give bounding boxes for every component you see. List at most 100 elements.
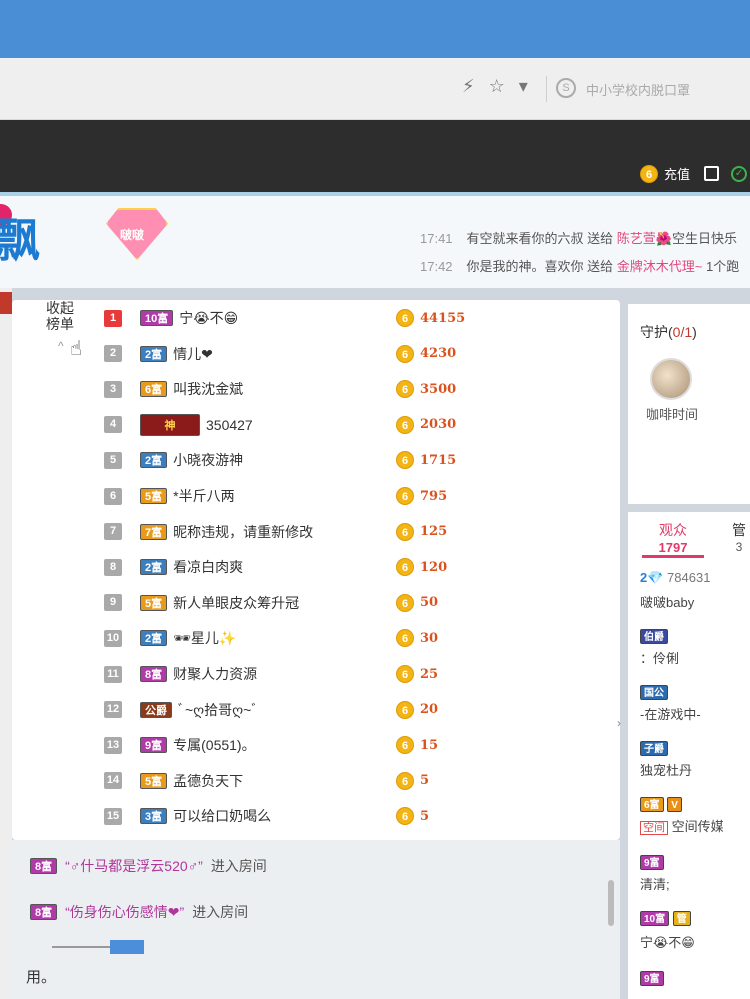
chat-user[interactable]: “伤身伤心伤感情❤” (65, 902, 184, 922)
user-name[interactable]: 可以给口奶喝么 (173, 806, 271, 826)
level-badge: 2富 (140, 559, 168, 576)
level-badge: 8富 (30, 858, 58, 874)
search-engine-icon[interactable]: S (556, 78, 576, 98)
site-top-bar (0, 120, 750, 192)
level-badge: 2富 (140, 345, 168, 362)
rank-number: 8 (104, 558, 122, 576)
user-name[interactable]: 昵称违规，请重新修改 (173, 522, 313, 542)
gift-message: 17:42 你是我的神。喜欢你 送给 金牌沐木代理~ 1个跑 (420, 259, 740, 274)
coin-icon: 6 (640, 164, 658, 183)
score-value: 4230 (420, 346, 457, 362)
level-badge: 神 (140, 413, 200, 436)
viewer-name[interactable]: 清清; (640, 874, 670, 893)
user-name[interactable]: ﾞ~ღ拾哥ღ~ﾞ (178, 700, 258, 720)
viewer-item[interactable]: 2💎 784631 (640, 570, 710, 586)
user-name[interactable]: 小晓夜游神 (173, 450, 243, 470)
user-name[interactable]: *半斤八两 (173, 486, 234, 506)
chat-user[interactable]: “♂什马都是浮云520♂” (65, 856, 203, 876)
contribution-score: 6 125 (396, 522, 447, 541)
chevron-down-icon[interactable]: ▾ (519, 76, 528, 102)
chat-scrollbar[interactable] (608, 880, 614, 926)
viewer-name[interactable]: 啵啵baby (640, 592, 694, 611)
level-badge: 10富 (140, 310, 174, 326)
level-badge: 2富 (140, 630, 168, 647)
coin-icon: 6 (396, 807, 414, 826)
level-badge: 公爵 (140, 701, 172, 718)
ranking-panel: 收起榜单 ^ ☝ 1 10富 宁😭不😁 6 44155 2 2富 情儿❤ 6 4230 3 6富 叫我沈… (12, 300, 620, 840)
coin-icon: 6 (396, 700, 414, 719)
contribution-score: 65 (396, 771, 429, 790)
viewer-name[interactable]: 宁😭不😁 (640, 932, 695, 951)
chat-image (110, 940, 144, 954)
contribution-score: 6 50 (396, 593, 439, 612)
rank-number: 4 (104, 416, 122, 434)
level-badge: 7富 (140, 523, 168, 540)
heart-gem-badge[interactable]: 啵啵 (106, 208, 168, 260)
viewer-item[interactable]: 9富 (640, 854, 664, 870)
rank-number: 13 (104, 736, 122, 754)
user-name[interactable]: 情儿❤ (173, 344, 213, 364)
account-actions: 6 充值 ✓ (640, 164, 748, 183)
viewer-name[interactable]: 空间 空间传媒 (640, 816, 724, 835)
user-name[interactable]: 专属(0551)。 (173, 735, 255, 755)
contribution-score: 6 30 (396, 629, 438, 648)
score-value: 3500 (420, 381, 457, 397)
chevron-right-icon[interactable]: › (617, 716, 621, 730)
coin-icon: 6 (396, 415, 414, 434)
viewer-item[interactable]: 伯爵 (640, 628, 668, 644)
user-name[interactable]: 宁😭不😁 (179, 308, 238, 328)
check-icon[interactable]: ✓ (731, 165, 748, 182)
guardian-name[interactable]: 咖啡时间 (646, 404, 698, 423)
viewer-name[interactable]: 独宠杜丹 (640, 760, 692, 779)
score-value: 5 (420, 808, 430, 824)
viewer-item[interactable]: 子爵 (640, 740, 668, 756)
tab-audience[interactable]: 观众 1797 (642, 520, 704, 558)
coin-icon: 6 (396, 665, 414, 683)
level-badge: 8富 (140, 666, 168, 682)
tab-manage[interactable]: 管 3 (732, 520, 746, 554)
level-badge: 5富 (140, 772, 168, 789)
rank-number: 3 (104, 380, 122, 398)
coin-icon: 6 (396, 736, 414, 755)
user-name[interactable]: 看凉白肉爽 (173, 557, 243, 577)
score-value: 50 (420, 595, 439, 611)
rank-number: 1 (104, 309, 122, 327)
rank-number: 9 (104, 594, 122, 612)
user-name[interactable]: 350427 (206, 417, 253, 433)
user-name[interactable]: 孟德负天下 (173, 771, 243, 791)
viewer-item[interactable]: 10富 管 (640, 910, 691, 926)
level-badge: 5富 (140, 594, 168, 611)
viewer-panel: 观众 1797 管 3 2💎 784631 啵啵baby 伯爵 ：伶俐 国公 -… (628, 512, 750, 999)
left-edge-strip (0, 288, 12, 999)
viewer-item[interactable]: 9富 (640, 970, 664, 986)
viewer-name[interactable]: -在游戏中- (640, 704, 701, 723)
recharge-button[interactable]: 充值 (664, 164, 690, 183)
coin-icon: 6 (396, 451, 414, 470)
user-name[interactable]: 🕶星儿✨ (173, 628, 236, 648)
contribution-score: 6 44155 (396, 309, 465, 327)
os-top-bar (0, 0, 750, 58)
site-logo[interactable]: 飘 (0, 204, 40, 270)
rank-number: 2 (104, 345, 122, 363)
viewer-item[interactable]: 国公 (640, 684, 668, 700)
rank-number: 15 (104, 807, 122, 825)
contribution-score: 6 3500 (396, 380, 457, 399)
avatar[interactable] (650, 358, 692, 400)
rank-number: 5 (104, 451, 122, 469)
star-icon[interactable]: ☆ (489, 76, 505, 102)
chat-area: 8富 “♂什马都是浮云520♂” 进入房间 8富 “伤身伤心伤感情❤” 进入房间… (12, 840, 620, 999)
level-badge: 3富 (140, 808, 168, 825)
viewer-item[interactable]: 6富 V (640, 796, 682, 812)
level-badge: 2富 (140, 452, 168, 469)
score-value: 1715 (420, 452, 457, 468)
search-hint[interactable]: 中小学校内脱口罩 (586, 80, 690, 99)
coin-icon: 6 (396, 558, 414, 577)
viewer-name[interactable]: ：伶俐 (640, 648, 679, 667)
chat-text: 用。 (26, 969, 57, 986)
lightning-icon[interactable]: ⚡ (462, 76, 475, 102)
user-name[interactable]: 新人单眼皮众筹升冠 (173, 593, 299, 613)
edit-icon[interactable] (704, 166, 720, 181)
user-name[interactable]: 财聚人力资源 (173, 664, 257, 684)
score-value: 795 (420, 488, 448, 504)
user-name[interactable]: 叫我沈金斌 (173, 379, 243, 399)
